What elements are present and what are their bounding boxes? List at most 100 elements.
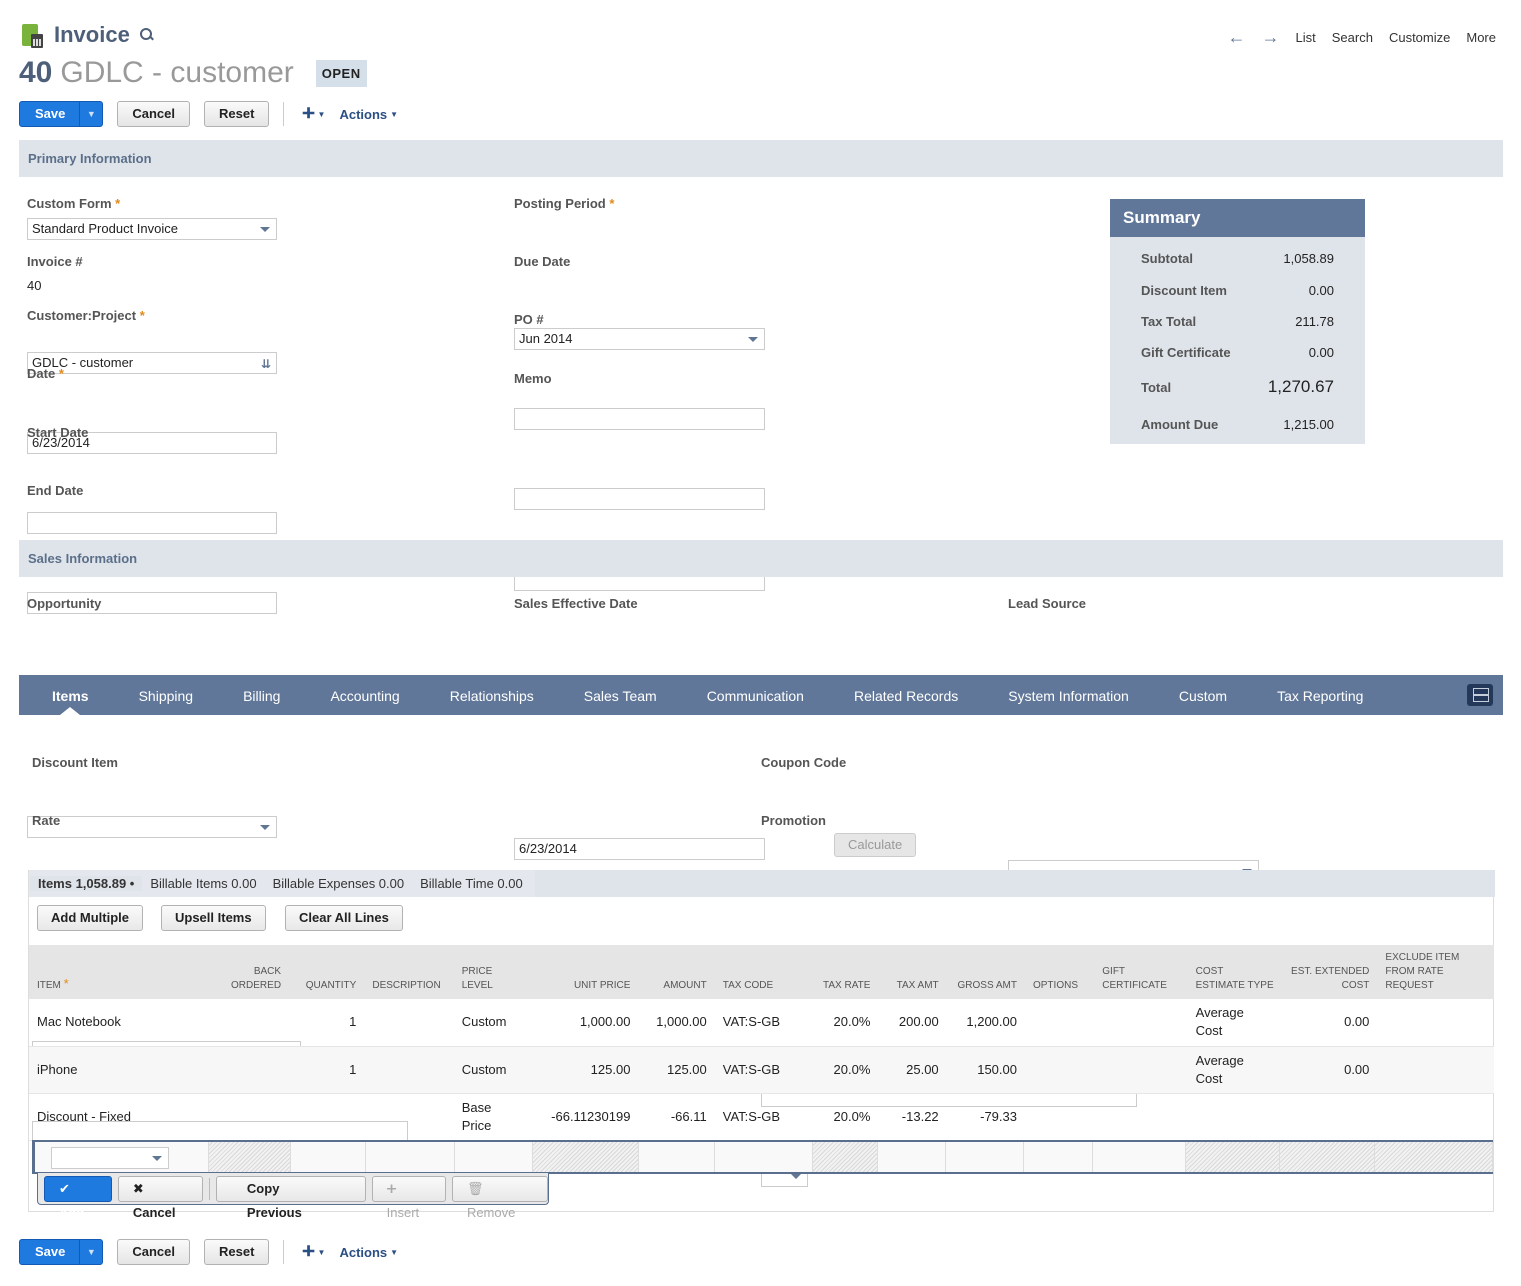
due-date-label: Due Date <box>514 254 571 269</box>
lead-source-label: Lead Source <box>1008 596 1087 611</box>
col-description[interactable]: Description <box>364 945 454 999</box>
col-price-level[interactable]: Price Level <box>453 945 533 999</box>
chevron-down-icon <box>748 337 758 342</box>
tab-tax-reporting[interactable]: Tax Reporting <box>1252 675 1388 715</box>
col-options[interactable]: Options <box>1024 945 1095 999</box>
col-exclude-item[interactable]: Exclude Item from Rate Request <box>1377 945 1494 999</box>
table-row[interactable]: Mac Notebook 1 Custom 1,000.00 1,000.00 … <box>29 999 1494 1047</box>
add-multiple-button[interactable]: Add Multiple <box>37 905 143 931</box>
cancel-line-button[interactable]: ✖ Cancel <box>117 1175 203 1220</box>
start-date-field[interactable] <box>27 512 277 534</box>
col-tax-rate[interactable]: Tax Rate <box>813 945 879 999</box>
new-line-edit-row[interactable] <box>32 1140 1493 1174</box>
col-back-ordered[interactable]: Back Ordered <box>206 945 290 999</box>
tab-items[interactable]: Items <box>27 675 114 715</box>
col-tax-code[interactable]: Tax Code <box>714 945 814 999</box>
tab-layout-toggle-icon[interactable] <box>1467 684 1493 706</box>
reset-button[interactable]: Reset <box>204 101 270 127</box>
invoice-number-value: 40 <box>27 278 42 293</box>
table-row[interactable]: iPhone 1 Custom 125.00 125.00 VAT:S-GB 2… <box>29 1046 1494 1094</box>
tab-sales-team[interactable]: Sales Team <box>559 675 682 715</box>
col-cost-estimate-type[interactable]: Cost Estimate Type <box>1187 945 1283 999</box>
tab-billing[interactable]: Billing <box>218 675 305 715</box>
forward-arrow-icon[interactable]: → <box>1262 28 1280 46</box>
po-number-field[interactable] <box>514 488 765 510</box>
copy-previous-button[interactable]: Copy Previous <box>215 1175 366 1220</box>
back-arrow-icon[interactable]: ← <box>1228 28 1246 46</box>
end-date-label: End Date <box>27 483 84 498</box>
search-icon[interactable] <box>139 28 154 42</box>
col-item[interactable]: Item * <box>29 945 207 999</box>
cancel-button[interactable]: Cancel <box>117 101 191 127</box>
chevron-down-icon <box>260 825 270 830</box>
insert-line-button[interactable]: ➕︎ Insert <box>371 1175 446 1220</box>
col-quantity[interactable]: Quantity <box>289 945 365 999</box>
due-date-field[interactable] <box>514 408 765 430</box>
invoice-number-label: Invoice # <box>27 254 83 269</box>
sublist-subtabs: Items 1,058.89 • Billable Items 0.00 Bil… <box>29 870 1495 897</box>
col-unit-price[interactable]: Unit Price <box>532 945 639 999</box>
summary-row-gift-certificate: Gift Certificate 0.00 <box>1141 345 1334 360</box>
cancel-button-bottom[interactable]: Cancel <box>117 1239 191 1265</box>
remove-line-button[interactable]: 🗑︎ Remove <box>451 1175 548 1220</box>
table-header-row: Item * Back Ordered Quantity Description… <box>29 945 1494 999</box>
new-record-icon[interactable]: ➕︎ ▼ <box>302 1243 325 1261</box>
primary-info-header[interactable]: Primary Information <box>19 140 1503 177</box>
calculate-button[interactable]: Calculate <box>834 833 917 857</box>
items-table: Item * Back Ordered Quantity Description… <box>29 945 1494 1141</box>
subtab-billable-time[interactable]: Billable Time 0.00 <box>412 876 531 891</box>
opportunity-select[interactable] <box>27 816 277 838</box>
tab-communication[interactable]: Communication <box>682 675 829 715</box>
chevron-down-icon <box>260 227 270 232</box>
actions-menu-bottom[interactable]: Actions ▼ <box>339 1245 398 1260</box>
tab-relationships[interactable]: Relationships <box>425 675 559 715</box>
items-sublist: Items 1,058.89 • Billable Items 0.00 Bil… <box>28 870 1495 1220</box>
summary-row-total: Total 1,270.67 <box>1141 377 1334 396</box>
tab-system-information[interactable]: System Information <box>983 675 1154 715</box>
customer-project-select[interactable]: GDLC - customer ⇊ <box>27 352 277 374</box>
subtab-billable-expenses[interactable]: Billable Expenses 0.00 <box>265 876 413 891</box>
nav-list-link[interactable]: List <box>1296 30 1316 45</box>
save-button-bottom[interactable]: Save ▼ <box>19 1239 104 1265</box>
upsell-items-button[interactable]: Upsell Items <box>161 905 266 931</box>
nav-more-link[interactable]: More <box>1466 30 1496 45</box>
line-edit-actions: ✔ Add ✖ Cancel Copy Previous ➕︎ Insert 🗑… <box>37 1173 549 1220</box>
new-item-select[interactable] <box>51 1147 169 1169</box>
subtab-bar: Items Shipping Billing Accounting Relati… <box>19 675 1503 715</box>
col-tax-amt[interactable]: Tax Amt <box>878 945 947 999</box>
top-nav: ← → List Search Customize More <box>1228 28 1496 46</box>
subtab-items[interactable]: Items 1,058.89 • <box>30 876 143 891</box>
col-gross-amt[interactable]: Gross Amt <box>946 945 1025 999</box>
record-number: 40 <box>19 56 53 89</box>
sales-info-header[interactable]: Sales Information <box>19 540 1503 577</box>
actions-menu[interactable]: Actions ▼ <box>339 107 398 122</box>
new-record-icon[interactable]: ➕︎ ▼ <box>302 105 325 123</box>
save-dropdown-icon[interactable]: ▼ <box>79 1240 102 1264</box>
col-est-extended-cost[interactable]: Est. Extended Cost <box>1282 945 1378 999</box>
memo-label: Memo <box>514 371 552 386</box>
record-type: Invoice <box>54 22 130 47</box>
save-button[interactable]: Save ▼ <box>19 101 104 127</box>
summary-row-subtotal: Subtotal 1,058.89 <box>1141 251 1334 266</box>
col-gift-certificate[interactable]: Gift Certificate <box>1094 945 1188 999</box>
table-row[interactable]: Discount - Fixed Base Price -66.11230199… <box>29 1093 1494 1141</box>
tab-custom[interactable]: Custom <box>1154 675 1252 715</box>
record-title: Invoice <box>20 22 154 48</box>
tab-accounting[interactable]: Accounting <box>305 675 424 715</box>
custom-form-select[interactable]: Standard Product Invoice <box>27 218 277 240</box>
nav-search-link[interactable]: Search <box>1332 30 1373 45</box>
posting-period-select[interactable]: Jun 2014 <box>514 328 765 350</box>
subtab-billable-items[interactable]: Billable Items 0.00 <box>142 876 264 891</box>
tab-shipping[interactable]: Shipping <box>114 675 219 715</box>
nav-customize-link[interactable]: Customize <box>1389 30 1450 45</box>
summary-row-discount: Discount Item 0.00 <box>1141 283 1334 298</box>
posting-period-label: Posting Period * <box>514 196 615 211</box>
reset-button-bottom[interactable]: Reset <box>204 1239 270 1265</box>
tab-related-records[interactable]: Related Records <box>829 675 983 715</box>
clear-all-lines-button[interactable]: Clear All Lines <box>285 905 403 931</box>
add-line-button[interactable]: ✔ Add <box>44 1175 112 1220</box>
save-dropdown-icon[interactable]: ▼ <box>79 102 102 126</box>
discount-item-label: Discount Item <box>32 755 118 770</box>
sales-effective-date-field[interactable]: 6/23/2014 <box>514 838 765 860</box>
col-amount[interactable]: Amount <box>638 945 715 999</box>
